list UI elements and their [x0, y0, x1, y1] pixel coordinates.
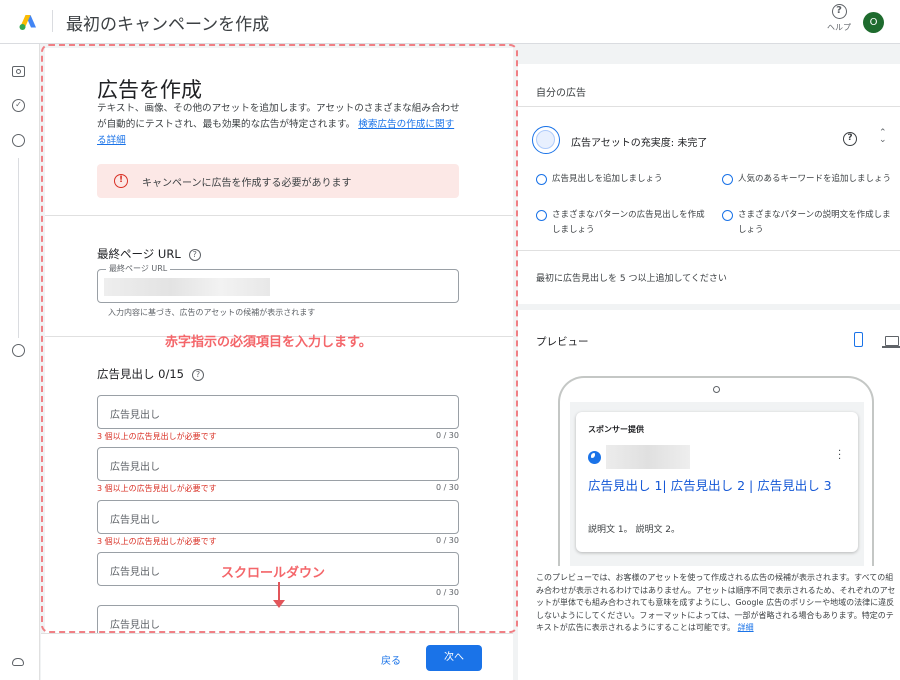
headline-placeholder: 広告見出し	[110, 462, 160, 473]
headline-input[interactable]: 広告見出し	[97, 395, 459, 429]
sponsored-label: スポンサー提供	[588, 425, 644, 434]
step-circle-icon[interactable]	[12, 134, 25, 147]
headline-char-count: 0 / 30	[435, 483, 459, 492]
check-circle-icon[interactable]: ✓	[12, 99, 25, 112]
ad-preview-card: スポンサー提供 · · · 広告見出し 1| 広告見出し 2 | 広告見出し 3 説…	[576, 412, 858, 552]
divider	[518, 106, 900, 107]
suggestion-item[interactable]: さまざまなパターンの説明文を作成しましょう	[722, 208, 894, 238]
search-ad-icon[interactable]	[12, 66, 25, 77]
mobile-preview-icon[interactable]	[854, 332, 863, 347]
camera-icon	[713, 386, 720, 393]
headline-char-count: 0 / 30	[435, 431, 459, 440]
page-title: 最初のキャンペーンを作成	[66, 15, 270, 35]
back-button[interactable]: 戻る	[381, 652, 401, 667]
section-heading: 広告を作成	[97, 78, 202, 102]
suggestion-text: さまざまなパターンの広告見出しを作成しましょう	[552, 210, 705, 235]
ad-preview-panel: 自分の広告 広告アセットの充実度: 未完了 ? ⌃ ⌄ 広告見出しを追加しましょう…	[518, 64, 900, 680]
redacted-url-value	[104, 278, 270, 296]
section-gap	[518, 304, 900, 310]
headline-placeholder: 広告見出し	[110, 567, 160, 578]
headlines-section-label: 広告見出し 0/15?	[97, 366, 204, 382]
ad-headline[interactable]: 広告見出し 1| 広告見出し 2 | 広告見出し 3	[588, 476, 850, 495]
create-ad-card: 広告を作成 テキスト、画像、その他のアセットを追加します。アセットのさまざまな組…	[45, 48, 513, 638]
divider	[45, 215, 513, 216]
headline-input[interactable]: 広告見出し	[97, 500, 459, 534]
suggestion-item[interactable]: 人気のあるキーワードを追加しましょう	[722, 172, 894, 187]
globe-icon	[588, 451, 601, 464]
preview-title: プレビュー	[536, 336, 589, 348]
ad-strength-ring	[532, 126, 560, 154]
step-connector	[18, 158, 19, 338]
redacted-domain	[606, 445, 690, 469]
final-url-helper: 入力内容に基づき、広告のアセットの候補が表示されます	[108, 308, 316, 317]
left-rail: ✓	[0, 44, 40, 680]
final-url-field-label: 最終ページ URL	[106, 263, 171, 274]
panel-title: 自分の広告	[536, 88, 586, 99]
disclaimer-text: このプレビューでは、お客様のアセットを使って作成される広告の候補が表示されます。…	[536, 573, 896, 632]
suggestion-text: 人気のあるキーワードを追加しましょう	[738, 174, 892, 184]
title-separator	[52, 10, 53, 32]
suggestion-circle-icon	[536, 210, 547, 221]
help-question-icon[interactable]: ?	[843, 132, 857, 146]
suggestion-text: 広告見出しを追加しましょう	[552, 174, 663, 184]
desktop-preview-icon[interactable]	[882, 336, 900, 348]
headline-error: 3 個以上の広告見出しが必要です	[97, 432, 217, 441]
headline-placeholder: 広告見出し	[110, 515, 160, 526]
final-url-input[interactable]: 最終ページ URL	[97, 263, 459, 303]
suggestion-circle-icon	[722, 174, 733, 185]
next-button[interactable]: 次へ	[426, 645, 482, 671]
help-label: ヘルプ	[827, 23, 851, 32]
final-url-section-label: 最終ページ URL?	[97, 246, 201, 262]
error-banner: ! キャンペーンに広告を作成する必要があります	[97, 164, 459, 198]
scroll-arrow-down-icon	[273, 600, 285, 608]
scroll-arrow-line	[278, 582, 280, 602]
suggestion-item[interactable]: 広告見出しを追加しましょう	[536, 172, 706, 187]
step-circle-icon[interactable]	[12, 344, 25, 357]
suggestion-circle-icon	[536, 174, 547, 185]
minimum-headlines-note: 最初に広告見出しを 5 つ以上追加してください	[536, 274, 727, 284]
ad-description: 説明文 1。 説明文 2。	[588, 525, 681, 535]
suggestion-circle-icon	[722, 210, 733, 221]
headline-input[interactable]: 広告見出し	[97, 447, 459, 481]
top-bar: 最初のキャンペーンを作成 ? ヘルプ O	[0, 0, 900, 44]
collapse-icon[interactable]: ⌃ ⌄	[879, 129, 887, 145]
headline-placeholder: 広告見出し	[110, 410, 160, 421]
error-message: キャンペーンに広告を作成する必要があります	[142, 178, 352, 189]
more-options-icon[interactable]: · · ·	[838, 447, 841, 465]
headline-placeholder: 広告見出し	[110, 620, 160, 631]
headline-char-count: 0 / 30	[435, 536, 459, 545]
phone-screen: スポンサー提供 · · · 広告見出し 1| 広告見出し 2 | 広告見出し 3 説…	[570, 402, 864, 566]
avatar[interactable]: O	[863, 12, 884, 33]
headlines-label: 広告見出し 0/15	[97, 367, 184, 381]
divider	[518, 250, 900, 251]
google-ads-logo[interactable]	[18, 12, 38, 32]
headline-char-count: 0 / 30	[435, 588, 459, 597]
suggestion-item[interactable]: さまざまなパターンの広告見出しを作成しましょう	[536, 208, 706, 238]
headline-error: 3 個以上の広告見出しが必要です	[97, 484, 217, 493]
scroll-down-annotation: スクロールダウン	[221, 566, 326, 581]
help-question-icon[interactable]: ?	[191, 369, 204, 381]
final-url-label: 最終ページ URL	[97, 247, 181, 261]
preview-disclaimer: このプレビューでは、お客様のアセットを使って作成される広告の候補が表示されます。…	[536, 572, 896, 635]
phone-frame: スポンサー提供 · · · 広告見出し 1| 広告見出し 2 | 広告見出し 3 説…	[558, 376, 874, 566]
help-icon: ?	[831, 4, 847, 19]
disclaimer-link[interactable]: 詳細	[738, 623, 754, 632]
cloud-icon	[12, 658, 24, 666]
help-question-icon[interactable]: ?	[188, 249, 201, 261]
bottom-bar: 戻る 次へ	[41, 633, 513, 680]
help-button[interactable]: ? ヘルプ	[822, 4, 856, 33]
ad-strength-label: 広告アセットの充実度: 未完了	[571, 138, 708, 149]
suggestion-text: さまざまなパターンの説明文を作成しましょう	[738, 210, 891, 235]
headline-error: 3 個以上の広告見出しが必要です	[97, 537, 217, 546]
error-icon: !	[114, 174, 128, 188]
required-fields-annotation: 赤字指示の必須項目を入力します。	[165, 335, 372, 350]
section-description: テキスト、画像、その他のアセットを追加します。アセットのさまざまな組み合わせが自…	[97, 101, 462, 149]
